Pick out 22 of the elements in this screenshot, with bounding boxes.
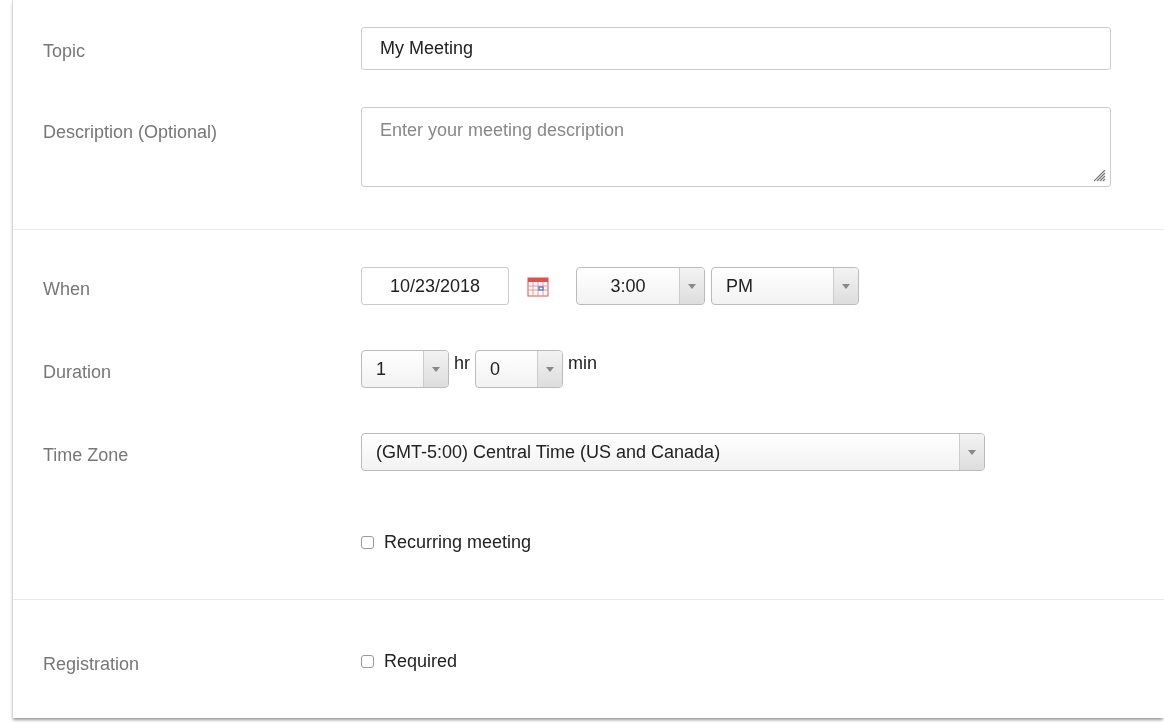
time-zone-dropdown[interactable]: (GMT-5:00) Central Time (US and Canada) [361,433,985,471]
time-dropdown[interactable]: 3:00 [576,267,705,305]
checkbox[interactable] [361,655,374,668]
checkbox-label[interactable]: Recurring meeting [384,532,532,553]
unit-label: hr [454,352,470,374]
field-label: When [43,278,91,299]
hours-dropdown[interactable]: 1 [361,350,449,388]
topic-field[interactable]: My Meeting [361,27,1111,70]
date-field[interactable]: 10/23/2018 [361,267,509,305]
description-field[interactable]: Enter your meeting description [361,107,1111,187]
field-label: Topic [43,41,86,61]
am-pm-dropdown[interactable]: PM [711,267,859,305]
field-label: Duration [43,361,112,382]
resize-grip-icon[interactable] [1094,170,1106,182]
checkbox[interactable] [361,536,374,549]
field-label: Description (Optional) [43,122,218,142]
field-label: Registration [43,654,140,674]
unit-label: min [568,352,598,374]
calendar-icon[interactable] [527,275,549,297]
field-label: Time Zone [43,444,129,465]
checkbox-label[interactable]: Required [384,651,458,672]
minutes-dropdown[interactable]: 0 [475,350,563,388]
